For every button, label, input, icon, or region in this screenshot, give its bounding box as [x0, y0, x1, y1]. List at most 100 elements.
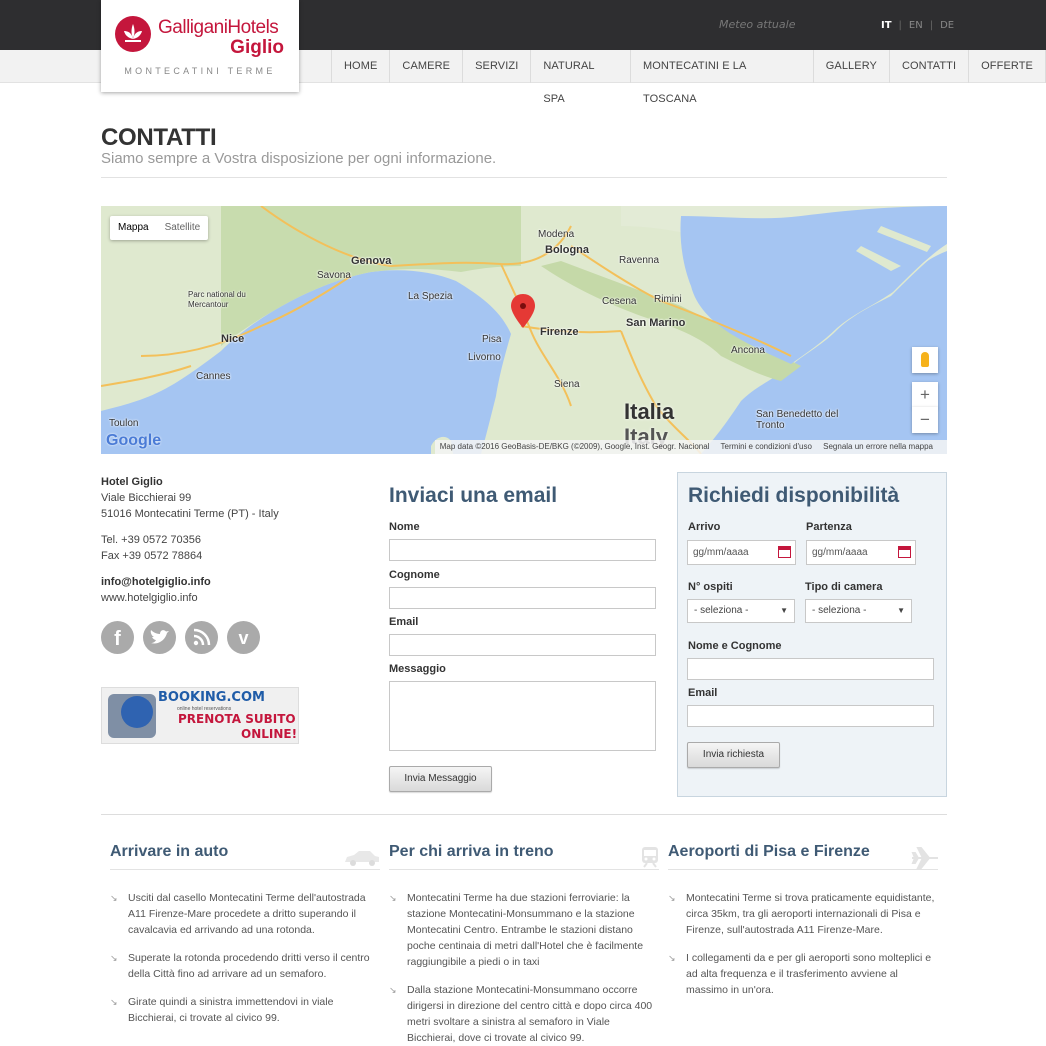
- facebook-icon[interactable]: f: [101, 621, 134, 654]
- car-icon: [345, 851, 379, 866]
- twitter-icon[interactable]: [143, 621, 176, 654]
- availability-title: Richiedi disponibilità: [688, 484, 900, 507]
- email-label: Email: [389, 616, 419, 628]
- calendar-icon[interactable]: [778, 546, 791, 558]
- directions-airport-list: Montecatini Terme si trova praticamente …: [668, 890, 940, 1010]
- map-terms-link[interactable]: Termini e condizioni d'uso: [721, 442, 812, 451]
- map-city-label: Savona: [317, 270, 351, 281]
- nav-gallery[interactable]: GALLERY: [814, 50, 890, 83]
- weather-link[interactable]: Meteo attuale: [719, 18, 795, 31]
- google-map[interactable]: Mappa Satellite Modena Bologna Genova Ra…: [101, 206, 947, 454]
- street-view-pegman-icon[interactable]: [912, 347, 938, 373]
- map-attribution: Map data ©2016 GeoBasis-DE/BKG (©2009), …: [434, 440, 947, 454]
- directions-car-list: Usciti dal casello Montecatini Terme del…: [110, 890, 380, 1038]
- nav-home[interactable]: HOME: [332, 50, 391, 83]
- map-country-label: Italia: [624, 399, 675, 424]
- departure-date-input[interactable]: gg/mm/aaaa: [806, 540, 916, 565]
- room-type-label: Tipo di camera: [805, 581, 883, 593]
- booking-cta-line2: ONLINE!: [241, 727, 298, 741]
- contact-info: Hotel Giglio Viale Bicchierai 99 51016 M…: [101, 474, 279, 606]
- logo-tagline: MONTECATINI TERME: [124, 66, 276, 76]
- zoom-in-button[interactable]: +: [912, 382, 938, 408]
- fullname-input[interactable]: [687, 658, 934, 680]
- social-links: f v: [101, 621, 260, 654]
- list-item: Girate quindi a sinistra immettendovi in…: [110, 994, 380, 1026]
- list-item: Montecatini Terme si trova praticamente …: [668, 890, 940, 938]
- directions-train-title: Per chi arriva in treno: [389, 843, 554, 860]
- column-underline: [668, 869, 938, 870]
- message-textarea[interactable]: [389, 681, 656, 751]
- lang-en-link[interactable]: EN: [909, 20, 923, 31]
- vimeo-icon[interactable]: v: [227, 621, 260, 654]
- nav-servizi[interactable]: SERVIZI: [463, 50, 532, 83]
- chevron-down-icon: ▼: [780, 606, 788, 615]
- column-underline: [110, 869, 380, 870]
- arrival-placeholder: gg/mm/aaaa: [693, 547, 749, 558]
- map-city-label: Modena: [538, 229, 575, 240]
- arrival-label: Arrivo: [688, 521, 721, 533]
- room-type-selected: - seleziona -: [812, 605, 867, 616]
- fullname-label: Nome e Cognome: [688, 640, 782, 652]
- map-city-label: Nice: [221, 333, 245, 345]
- send-message-button[interactable]: Invia Messaggio: [389, 766, 492, 792]
- hotel-name: Hotel Giglio: [101, 476, 163, 488]
- arrival-date-input[interactable]: gg/mm/aaaa: [687, 540, 796, 565]
- room-type-select[interactable]: - seleziona - ▼: [805, 599, 912, 623]
- map-city-label: Firenze: [540, 326, 579, 338]
- rss-icon[interactable]: [185, 621, 218, 654]
- globe-icon: [121, 696, 153, 728]
- main-nav: HOME CAMERE SERVIZI NATURAL SPA MONTECAT…: [331, 50, 1046, 105]
- nav-camere[interactable]: CAMERE: [390, 50, 464, 83]
- name-label: Nome: [389, 521, 420, 533]
- logo-hotel-name: Giglio: [230, 37, 284, 58]
- hotel-logo[interactable]: GalliganiHotels Giglio MONTECATINI TERME: [101, 0, 299, 92]
- calendar-icon[interactable]: [898, 546, 911, 558]
- guests-label: N° ospiti: [688, 581, 733, 593]
- fax-number: Fax +39 0572 78864: [101, 550, 203, 562]
- booking-brand: BOOKING.COM: [158, 690, 265, 705]
- surname-input[interactable]: [389, 587, 656, 609]
- nav-contatti[interactable]: CONTATTI: [890, 50, 970, 83]
- map-tab-satellite[interactable]: Satellite: [157, 216, 209, 240]
- nav-montecatini-toscana[interactable]: MONTECATINI E LA TOSCANA: [631, 50, 814, 105]
- booking-banner[interactable]: BOOKING.COM online hotel reservations PR…: [101, 687, 299, 744]
- map-city-label: Livorno: [468, 352, 501, 363]
- page-subtitle: Siamo sempre a Vostra disposizione per o…: [101, 150, 497, 167]
- email-input[interactable]: [389, 634, 656, 656]
- map-city-label: Siena: [554, 379, 580, 390]
- lang-de-link[interactable]: DE: [940, 20, 954, 31]
- logo-brand: GalliganiHotels: [158, 17, 279, 38]
- train-icon: [642, 847, 658, 868]
- name-input[interactable]: [389, 539, 656, 561]
- lang-it-link[interactable]: IT: [881, 20, 892, 31]
- lang-separator: |: [898, 20, 902, 31]
- directions-car-title: Arrivare in auto: [110, 843, 229, 860]
- website-link[interactable]: www.hotelgiglio.info: [101, 590, 279, 606]
- divider: [101, 177, 947, 178]
- map-data-credit: Map data ©2016 GeoBasis-DE/BKG (©2009), …: [439, 442, 710, 451]
- availability-email-label: Email: [688, 687, 718, 699]
- guests-select[interactable]: - seleziona - ▼: [687, 599, 795, 623]
- nav-natural-spa[interactable]: NATURAL SPA: [531, 50, 631, 105]
- map-report-link[interactable]: Segnala un errore nella mappa: [823, 442, 933, 451]
- email-form-title: Inviaci una email: [389, 484, 558, 507]
- departure-placeholder: gg/mm/aaaa: [812, 547, 868, 558]
- directions-airport-title: Aeroporti di Pisa e Firenze: [668, 843, 870, 860]
- availability-email-input[interactable]: [687, 705, 934, 727]
- email-link[interactable]: info@hotelgiglio.info: [101, 574, 279, 590]
- list-item: I collegamenti da e per gli aeroporti so…: [668, 950, 940, 998]
- divider: [101, 814, 947, 815]
- send-request-button[interactable]: Invia richiesta: [687, 742, 780, 768]
- google-logo: Google: [106, 432, 162, 449]
- zoom-out-button[interactable]: −: [912, 407, 938, 433]
- suitcase-icon: [108, 694, 156, 738]
- map-park-label: Parc national du Mercantour: [188, 290, 246, 309]
- map-tab-mappa[interactable]: Mappa: [110, 216, 157, 240]
- address-line: 51016 Montecatini Terme (PT) - Italy: [101, 508, 279, 520]
- list-item: Usciti dal casello Montecatini Terme del…: [110, 890, 380, 938]
- booking-cta-line1: PRENOTA SUBITO: [178, 712, 296, 726]
- map-city-label: Ancona: [731, 345, 765, 356]
- nav-offerte[interactable]: OFFERTE: [969, 50, 1046, 83]
- svg-text:v: v: [238, 628, 248, 648]
- language-switcher: IT | EN | DE: [881, 20, 954, 31]
